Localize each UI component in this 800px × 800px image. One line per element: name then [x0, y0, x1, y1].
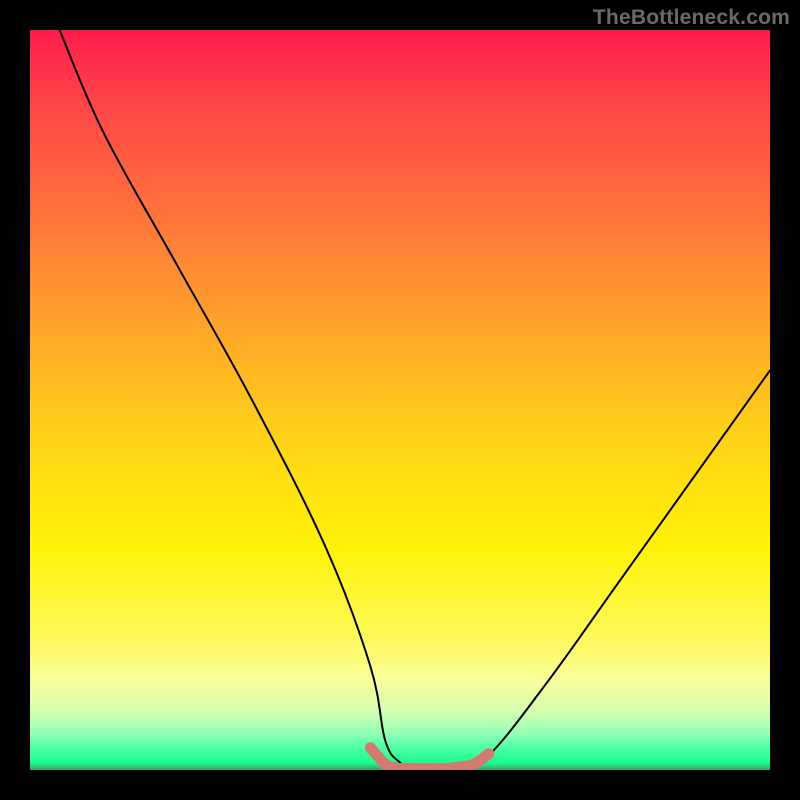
- curve-layer: [30, 30, 770, 770]
- chart-frame: [0, 0, 800, 800]
- plot-area: [30, 30, 770, 770]
- bottleneck-curve: [60, 30, 770, 770]
- watermark-text: TheBottleneck.com: [593, 6, 790, 30]
